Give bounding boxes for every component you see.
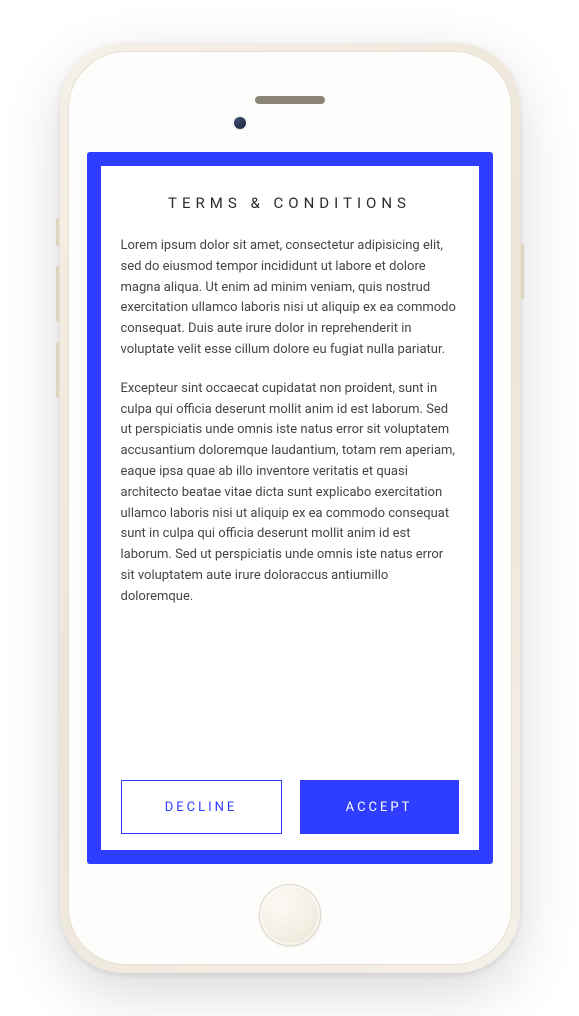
dialog-frame: TERMS & CONDITIONS Lorem ipsum dolor sit… xyxy=(87,152,493,864)
dialog-button-row: DECLINE ACCEPT xyxy=(121,768,459,834)
phone-side-buttons-left xyxy=(56,218,60,398)
phone-body: TERMS & CONDITIONS Lorem ipsum dolor sit… xyxy=(68,51,512,965)
power-button xyxy=(520,243,524,299)
phone-speaker xyxy=(255,96,325,104)
phone-screen: TERMS & CONDITIONS Lorem ipsum dolor sit… xyxy=(87,152,493,864)
dialog-title: TERMS & CONDITIONS xyxy=(121,194,459,212)
mute-switch xyxy=(56,218,60,246)
home-button[interactable] xyxy=(259,884,321,946)
decline-button[interactable]: DECLINE xyxy=(121,780,282,834)
volume-up-button xyxy=(56,266,60,322)
phone-frame: TERMS & CONDITIONS Lorem ipsum dolor sit… xyxy=(60,43,520,973)
terms-dialog: TERMS & CONDITIONS Lorem ipsum dolor sit… xyxy=(101,166,479,850)
dialog-paragraph-2: Excepteur sint occaecat cupidatat non pr… xyxy=(121,379,459,608)
accept-button[interactable]: ACCEPT xyxy=(300,780,459,834)
phone-side-buttons-right xyxy=(520,243,524,299)
phone-camera xyxy=(234,117,246,129)
dialog-paragraph-1: Lorem ipsum dolor sit amet, consectetur … xyxy=(121,236,459,361)
volume-down-button xyxy=(56,342,60,398)
